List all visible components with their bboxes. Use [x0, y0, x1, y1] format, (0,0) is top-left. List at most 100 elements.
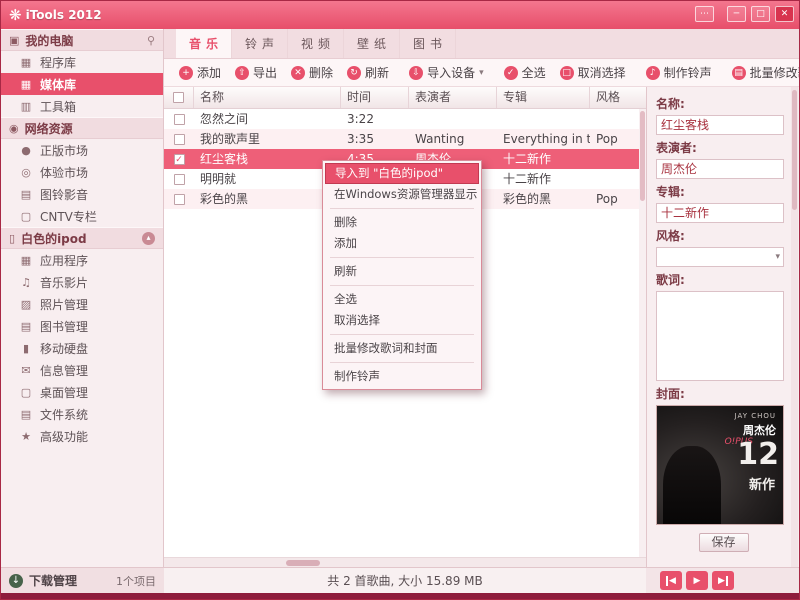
mail-icon: ✉	[19, 364, 33, 377]
refresh-button[interactable]: ↻ 刷新	[340, 62, 396, 84]
name-field[interactable]: 红尘客栈	[656, 115, 784, 135]
button-label: 删除	[309, 64, 333, 81]
grid-icon: ▦	[19, 78, 33, 91]
sidebar-item-experience-market[interactable]: ◎ 体验市场	[1, 161, 163, 183]
column-genre[interactable]: 风格	[590, 87, 646, 108]
eject-icon[interactable]: ▴	[142, 232, 155, 245]
book-icon: ▤	[19, 320, 33, 333]
deselect-button[interactable]: □ 取消选择	[553, 62, 633, 84]
sidebar-item-file-system[interactable]: ▤ 文件系统	[1, 403, 163, 425]
sidebar-item-toolbox[interactable]: ▥ 工具箱	[1, 95, 163, 117]
next-track-button[interactable]: ▶	[712, 571, 734, 590]
row-checkbox[interactable]	[174, 194, 185, 205]
menu-item-add[interactable]: 添加	[325, 233, 479, 254]
sidebar-item-label: CNTV专栏	[40, 208, 97, 225]
itools-window: ❋ iTools 2012 ⋯ ─ □ ✕ 右击曲目可直接进行操作 ▣ 我的电脑…	[0, 0, 800, 600]
minimize-button[interactable]: ─	[727, 6, 746, 22]
sidebar-section-network-resources: ◉ 网络资源	[1, 117, 163, 139]
table-row[interactable]: 忽然之间 3:22	[164, 109, 646, 129]
lyrics-textarea[interactable]	[656, 291, 784, 381]
tab-wallpaper[interactable]: 壁纸	[344, 29, 400, 58]
delete-button[interactable]: ✕ 删除	[284, 62, 340, 84]
scrollbar-thumb[interactable]	[792, 90, 797, 210]
sidebar-item-media-ringtones[interactable]: ▤ 图铃影音	[1, 183, 163, 205]
batch-edit-lyrics-cover-button[interactable]: ▤ 批量修改歌词和封面	[725, 62, 800, 84]
sidebar-item-media-library[interactable]: ▦ 媒体库	[1, 73, 163, 95]
make-ringtone-button[interactable]: ♪ 制作铃声	[639, 62, 719, 84]
table-horizontal-scrollbar[interactable]	[164, 557, 646, 567]
add-button[interactable]: + 添加	[172, 62, 228, 84]
column-artist[interactable]: 表演者	[409, 87, 497, 108]
row-checkbox-checked[interactable]: ✓	[174, 154, 185, 165]
import-to-device-button[interactable]: ⇩ 导入设备 ▾	[402, 62, 491, 84]
tab-video[interactable]: 视频	[288, 29, 344, 58]
chevron-down-icon[interactable]: ▾	[479, 68, 484, 78]
artist-field[interactable]: 周杰伦	[656, 159, 784, 179]
details-vertical-scrollbar[interactable]	[791, 87, 798, 567]
menu-item-import-to-device[interactable]: 导入到 "白色的ipod"	[325, 163, 479, 184]
sidebar-item-info-management[interactable]: ✉ 信息管理	[1, 359, 163, 381]
scrollbar-thumb[interactable]	[640, 111, 645, 201]
menu-item-show-in-explorer[interactable]: 在Windows资源管理器显示	[325, 184, 479, 205]
select-all-button[interactable]: ✓ 全选	[497, 62, 553, 84]
sidebar-item-music-video[interactable]: ♫ 音乐影片	[1, 271, 163, 293]
song-count-summary: 共 2 首歌曲, 大小 15.89 MB	[327, 574, 482, 588]
table-vertical-scrollbar[interactable]	[639, 109, 646, 557]
button-label: 批量修改歌词和封面	[750, 64, 800, 81]
menu-item-refresh[interactable]: 刷新	[325, 261, 479, 282]
check-icon: ✓	[504, 66, 518, 80]
tab-music[interactable]: 音乐	[176, 29, 232, 58]
music-toolbar: + 添加 ⇧ 导出 ✕ 删除 ↻ 刷新 ⇩ 导入设备 ▾ ✓ 全选 □ 取消选择	[164, 59, 799, 87]
menu-item-delete[interactable]: 删除	[325, 212, 479, 233]
sidebar-item-book-management[interactable]: ▤ 图书管理	[1, 315, 163, 337]
sidebar-item-cntv-column[interactable]: ▢ CNTV专栏	[1, 205, 163, 227]
sidebar-item-mobile-disk[interactable]: ▮ 移动硬盘	[1, 337, 163, 359]
cover-label: 封面:	[656, 385, 791, 402]
close-button[interactable]: ✕	[775, 6, 794, 22]
save-button[interactable]: 保存	[699, 533, 749, 552]
pin-icon[interactable]: ⚲	[147, 34, 155, 47]
sidebar-item-label: 图书管理	[40, 318, 88, 335]
sidebar-item-applications[interactable]: ▦ 应用程序	[1, 249, 163, 271]
play-button[interactable]: ▶	[686, 571, 708, 590]
sidebar-item-genuine-market[interactable]: ● 正版市场	[1, 139, 163, 161]
sidebar-item-desktop-management[interactable]: ▢ 桌面管理	[1, 381, 163, 403]
sidebar-item-program-library[interactable]: ▦ 程序库	[1, 51, 163, 73]
menu-item-make-ringtone[interactable]: 制作铃声	[325, 366, 479, 387]
column-time[interactable]: 时间	[341, 87, 409, 108]
export-icon: ⇧	[235, 66, 249, 80]
row-checkbox[interactable]	[174, 114, 185, 125]
download-manager-label: 下载管理	[29, 572, 77, 589]
tab-books[interactable]: 图书	[400, 29, 456, 58]
menu-separator	[330, 208, 474, 209]
song-album: 彩色的黑	[497, 189, 590, 209]
name-label: 名称:	[656, 95, 791, 112]
menu-separator	[330, 285, 474, 286]
sidebar-item-advanced-features[interactable]: ★ 高级功能	[1, 425, 163, 447]
row-checkbox[interactable]	[174, 174, 185, 185]
export-button[interactable]: ⇧ 导出	[228, 62, 284, 84]
menu-item-batch-edit-lyrics-cover[interactable]: 批量修改歌词和封面	[325, 338, 479, 359]
delete-icon: ✕	[291, 66, 305, 80]
previous-track-button[interactable]: ◀	[660, 571, 682, 590]
feedback-icon[interactable]: ⋯	[695, 6, 714, 22]
tab-ringtones[interactable]: 铃声	[232, 29, 288, 58]
maximize-button[interactable]: □	[751, 6, 770, 22]
column-name[interactable]: 名称	[194, 87, 341, 108]
scrollbar-thumb[interactable]	[286, 560, 320, 566]
folder-icon: ▤	[19, 408, 33, 421]
sidebar-section-my-computer: ▣ 我的电脑 ⚲	[1, 29, 163, 51]
sidebar-item-photo-management[interactable]: ▨ 照片管理	[1, 293, 163, 315]
sidebar-item-label: 高级功能	[40, 428, 88, 445]
genre-dropdown[interactable]: ▾	[656, 247, 784, 267]
sidebar-item-label: 媒体库	[40, 76, 76, 93]
download-manager-bar[interactable]: ↓ 下载管理 1个项目	[1, 567, 164, 593]
table-row[interactable]: 我的歌声里 3:35 Wanting Everything in the... …	[164, 129, 646, 149]
button-label: 刷新	[365, 64, 389, 81]
album-field[interactable]: 十二新作	[656, 203, 784, 223]
menu-item-select-all[interactable]: 全选	[325, 289, 479, 310]
row-checkbox[interactable]	[174, 134, 185, 145]
column-album[interactable]: 专辑	[497, 87, 590, 108]
select-all-checkbox[interactable]	[173, 92, 184, 103]
menu-item-deselect[interactable]: 取消选择	[325, 310, 479, 331]
